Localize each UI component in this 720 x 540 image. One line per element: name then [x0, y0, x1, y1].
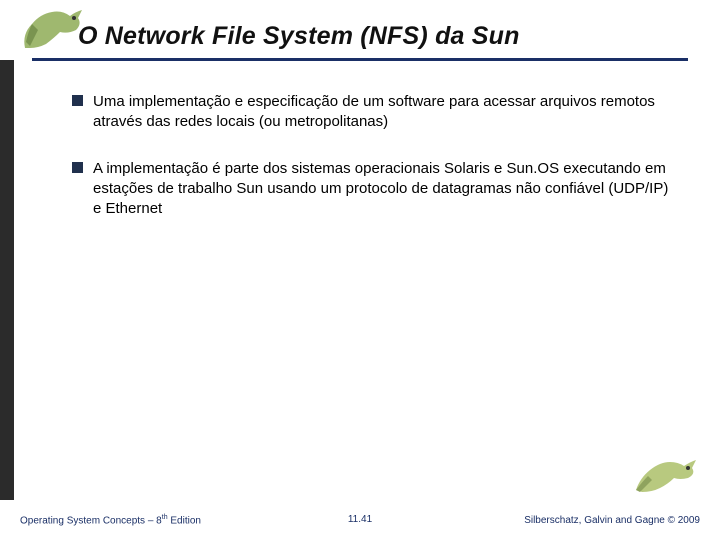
footer-left-suffix: Edition: [168, 515, 201, 526]
bullet-icon: [72, 95, 83, 106]
bullet-text: Uma implementação e especificação de um …: [93, 92, 680, 133]
title-underline: [32, 58, 688, 61]
bullet-icon: [72, 162, 83, 173]
slide-footer: Operating System Concepts – 8th Edition …: [20, 514, 700, 526]
footer-left-prefix: Operating System Concepts – 8: [20, 515, 162, 526]
footer-copyright: Silberschatz, Galvin and Gagne © 2009: [524, 515, 700, 526]
slide-content: Uma implementação e especificação de um …: [72, 92, 680, 245]
slide-title: O Network File System (NFS) da Sun: [78, 22, 520, 51]
bullet-text: A implementação é parte dos sistemas ope…: [93, 159, 680, 220]
bullet-item: A implementação é parte dos sistemas ope…: [72, 159, 680, 220]
left-sidebar-stripe: [0, 60, 14, 500]
bullet-item: Uma implementação e especificação de um …: [72, 92, 680, 133]
footer-page-number: 11.41: [348, 514, 372, 525]
dinosaur-bottom-illustration: [632, 448, 702, 496]
footer-left: Operating System Concepts – 8th Edition: [20, 514, 201, 526]
